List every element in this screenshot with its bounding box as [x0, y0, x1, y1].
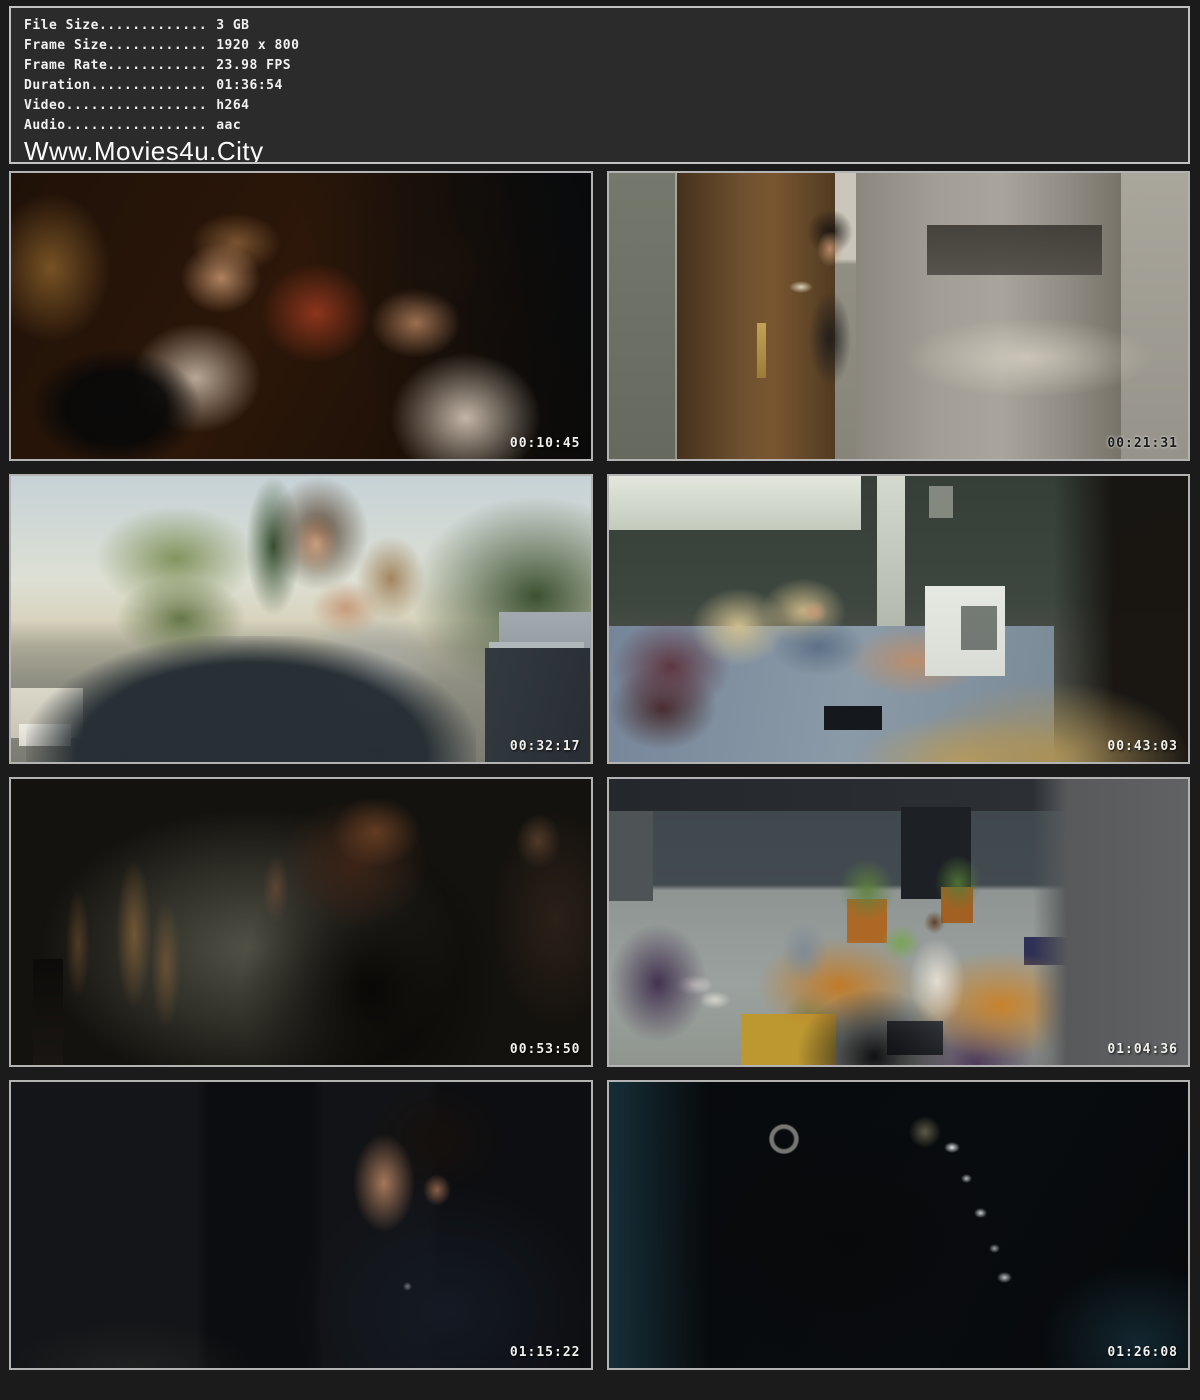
media-info-line: Audio.................aac [24, 116, 1188, 136]
screenshot-thumbnail-6[interactable]: 01:04:36 [607, 777, 1191, 1067]
site-watermark: Www.Movies4u.City [24, 137, 1188, 164]
media-info-value: 1920 x 800 [207, 38, 299, 53]
media-info-value: aac [207, 118, 241, 133]
media-info-label: Video................. [24, 98, 207, 113]
media-info-label: Frame Rate............ [24, 58, 207, 73]
media-info-line: Frame Rate............23.98 FPS [24, 56, 1188, 76]
screenshot-thumbnail-1[interactable]: 00:10:45 [9, 171, 593, 461]
media-info-label: File Size............. [24, 18, 207, 33]
timestamp-overlay: 00:10:45 [510, 436, 581, 451]
timestamp-overlay: 00:53:50 [510, 1042, 581, 1057]
screenshot-thumbnail-2[interactable]: 00:21:31 [607, 171, 1191, 461]
timestamp-overlay: 00:21:31 [1107, 436, 1178, 451]
media-info-value: 01:36:54 [207, 78, 283, 93]
timestamp-overlay: 01:15:22 [510, 1345, 581, 1360]
page: File Size.............3 GB Frame Size...… [0, 0, 1200, 1400]
screenshot-thumbnail-8[interactable]: 01:26:08 [607, 1080, 1191, 1370]
screenshot-thumbnail-3[interactable]: 00:32:17 [9, 474, 593, 764]
media-info-panel: File Size.............3 GB Frame Size...… [9, 6, 1190, 164]
media-info-label: Duration.............. [24, 78, 207, 93]
screenshot-thumbnail-5[interactable]: 00:53:50 [9, 777, 593, 1067]
timestamp-overlay: 00:43:03 [1107, 739, 1178, 754]
timestamp-overlay: 01:26:08 [1107, 1345, 1178, 1360]
media-info-value: h264 [207, 98, 249, 113]
screenshot-grid: 00:10:45 00:21:31 00:32:17 00:43:03 00:5… [9, 171, 1190, 1370]
media-info-value: 3 GB [207, 18, 249, 33]
screenshot-thumbnail-4[interactable]: 00:43:03 [607, 474, 1191, 764]
media-info-value: 23.98 FPS [207, 58, 291, 73]
media-info-label: Frame Size............ [24, 38, 207, 53]
screenshot-thumbnail-7[interactable]: 01:15:22 [9, 1080, 593, 1370]
media-info-line: File Size.............3 GB [24, 16, 1188, 36]
timestamp-overlay: 00:32:17 [510, 739, 581, 754]
media-info-line: Video.................h264 [24, 96, 1188, 116]
media-info-label: Audio................. [24, 118, 207, 133]
media-info-line: Duration..............01:36:54 [24, 76, 1188, 96]
media-info-line: Frame Size............1920 x 800 [24, 36, 1188, 56]
timestamp-overlay: 01:04:36 [1107, 1042, 1178, 1057]
